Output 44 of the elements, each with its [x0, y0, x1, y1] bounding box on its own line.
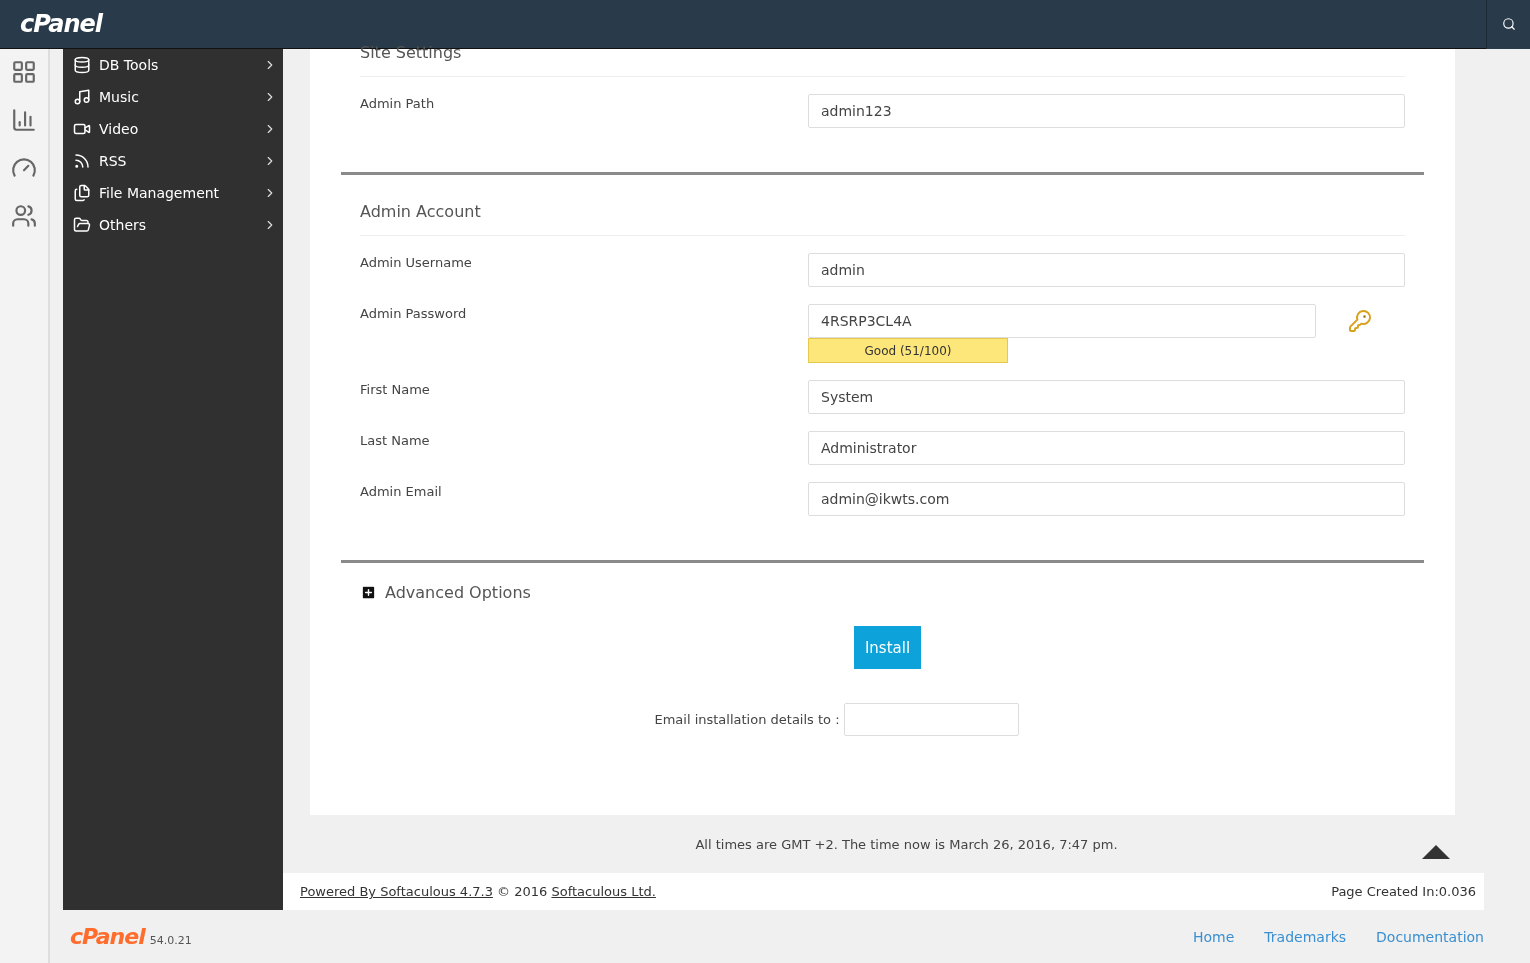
email-field[interactable]	[843, 703, 1019, 736]
time-note: All times are GMT +2. The time now is March 26, 2016, 7:47 pm.	[695, 836, 1118, 852]
cpanel-logo: cPanel	[70, 924, 145, 949]
input-field[interactable]: System	[808, 380, 1405, 414]
field-label: Last Name	[360, 432, 431, 450]
input-field[interactable]: admin@ikwts.com	[808, 482, 1405, 516]
folder-icon	[73, 216, 91, 234]
section-title: Admin Account	[360, 175, 1405, 236]
cpanel-logo: cPanel	[20, 10, 103, 38]
field-label: Admin Path	[360, 95, 436, 113]
powered-by-link[interactable]: Powered By Softaculous 4.7.3	[300, 884, 493, 899]
field-label: Admin Username	[360, 254, 473, 272]
rss-icon	[73, 152, 91, 170]
email-details-label: Email installation details to :	[654, 712, 840, 727]
search-icon	[1501, 17, 1516, 31]
input-field[interactable]: admin	[808, 253, 1405, 287]
sidebar-item[interactable]: Others	[63, 209, 283, 241]
stats-icon[interactable]	[11, 107, 37, 133]
input-field[interactable]: admin123	[808, 94, 1405, 128]
grid-icon[interactable]	[11, 59, 37, 85]
copyright-text: © 2016	[497, 884, 548, 899]
sidebar-item[interactable]: Music	[63, 81, 283, 113]
field-label: Admin Password	[360, 305, 468, 323]
field-label: Admin Email	[360, 483, 443, 501]
plus-icon	[360, 584, 377, 601]
page-created-text: Page Created In:0.036	[1331, 884, 1476, 899]
search-button[interactable]	[1486, 0, 1530, 49]
input-field[interactable]: 4RSRP3CL4A	[808, 304, 1316, 338]
sidebar-item[interactable]: Video	[63, 113, 283, 145]
input-field[interactable]: Administrator	[808, 431, 1405, 465]
music-icon	[73, 88, 91, 106]
company-link[interactable]: Softaculous Ltd.	[551, 884, 656, 899]
users-icon[interactable]	[11, 203, 37, 229]
scroll-top-icon[interactable]	[1422, 845, 1450, 859]
sidebar-item[interactable]: RSS	[63, 145, 283, 177]
section-title: Site Settings	[360, 43, 1405, 77]
database-icon	[73, 56, 91, 74]
advanced-options-toggle[interactable]: Advanced Options	[360, 583, 1405, 602]
sidebar-item[interactable]: DB Tools	[63, 49, 283, 81]
version-text: 54.0.21	[149, 934, 192, 947]
password-strength: Good (51/100)	[808, 338, 1008, 363]
files-icon	[73, 184, 91, 202]
field-label: First Name	[360, 381, 431, 399]
sidebar-item[interactable]: File Management	[63, 177, 283, 209]
